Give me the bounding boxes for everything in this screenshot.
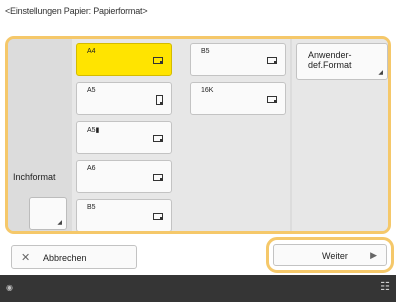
landscape-orientation-icon (153, 135, 163, 142)
paper-size-b5-button[interactable]: B5 (76, 199, 172, 231)
page-title: <Einstellungen Papier: Papierformat> (5, 6, 148, 16)
landscape-orientation-icon (267, 57, 277, 64)
paper-size-label: 16K (201, 87, 214, 94)
custom-format-button[interactable]: Anwender- def.Format ◢ (296, 43, 388, 80)
paper-size-label: A6 (87, 165, 96, 172)
custom-format-label: Anwender- def.Format (308, 50, 352, 70)
portrait-orientation-icon (156, 95, 163, 105)
next-button-highlight: Weiter ▶ (266, 237, 394, 273)
inch-format-label: Inchformat (13, 172, 56, 182)
network-icon[interactable]: ☷ (380, 280, 390, 293)
paper-size-label: B5 (87, 204, 96, 211)
paper-size-label: A5 (87, 87, 96, 94)
paper-size-a5-button[interactable]: A5 (76, 82, 172, 115)
paper-size-a5r-button[interactable]: A5▮ (76, 121, 172, 154)
inch-format-button[interactable]: ◢ (29, 197, 67, 230)
paper-size-label: B5 (201, 48, 210, 55)
corner-arrow-icon: ◢ (57, 220, 62, 226)
landscape-orientation-icon (267, 96, 277, 103)
custom-format-column: Anwender- def.Format ◢ (292, 39, 388, 231)
paper-size-label: A4 (87, 48, 96, 55)
paper-size-panel: Inchformat ◢ A4 A5 A5▮ A6 B5 B5 16K Anwe… (5, 36, 391, 234)
paper-size-label: A5▮ (87, 127, 100, 134)
landscape-orientation-icon (153, 213, 163, 220)
paper-size-a4-button[interactable]: A4 (76, 43, 172, 76)
next-label: Weiter (322, 251, 348, 261)
next-button[interactable]: Weiter ▶ (273, 244, 387, 266)
paper-size-b5-button-2[interactable]: B5 (190, 43, 286, 76)
close-icon: ✕ (21, 252, 31, 264)
landscape-orientation-icon (153, 57, 163, 64)
status-bar: ◉ ☷ (0, 275, 396, 302)
corner-arrow-icon: ◢ (378, 70, 383, 76)
paper-size-a6-button[interactable]: A6 (76, 160, 172, 193)
landscape-orientation-icon (153, 174, 163, 181)
paper-size-grid: A4 A5 A5▮ A6 B5 B5 16K (72, 39, 290, 231)
cancel-button[interactable]: ✕ Abbrechen (11, 245, 137, 269)
cancel-label: Abbrechen (43, 253, 87, 263)
inch-format-column: Inchformat ◢ (8, 39, 70, 231)
paper-size-16k-button[interactable]: 16K (190, 82, 286, 115)
info-icon: ◉ (6, 283, 13, 292)
play-arrow-icon: ▶ (370, 250, 377, 260)
